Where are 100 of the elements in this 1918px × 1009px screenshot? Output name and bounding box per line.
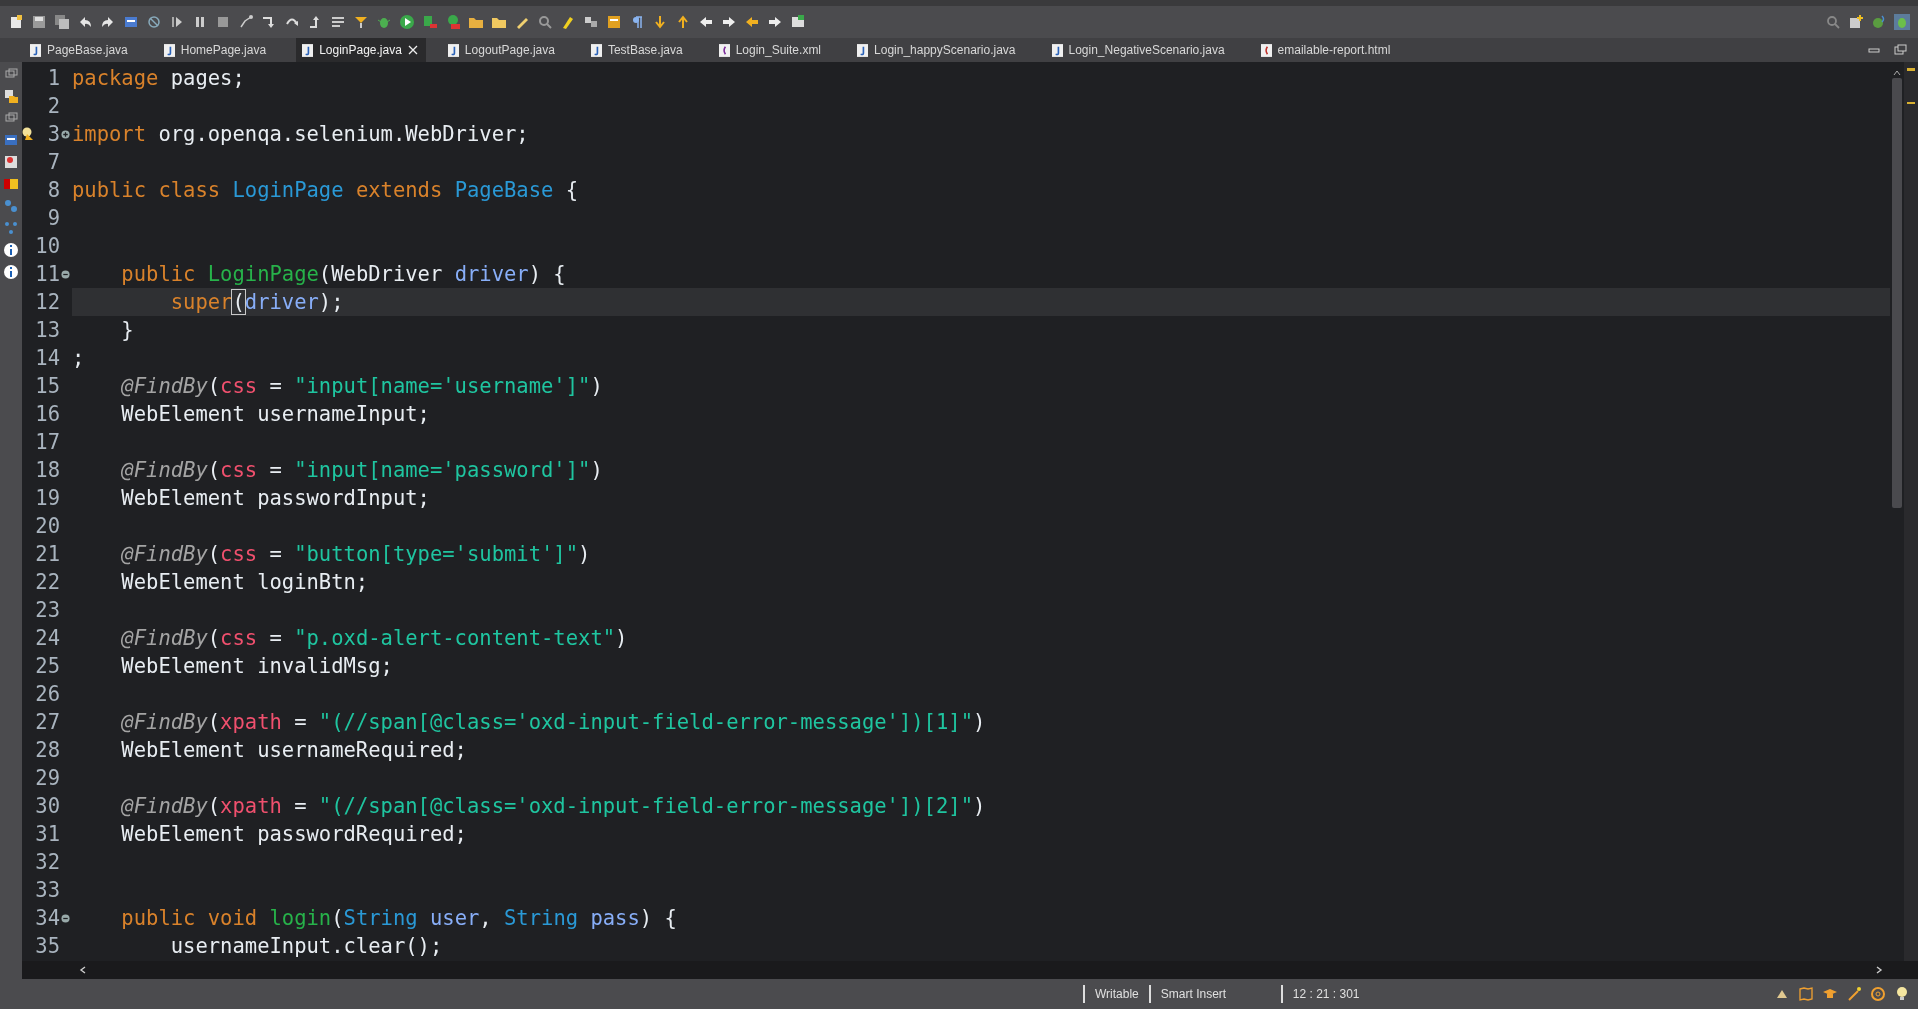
code-line: WebElement loginBtn; [120, 569, 370, 596]
back-icon[interactable] [744, 14, 760, 30]
line-number: 7 [46, 150, 60, 174]
sort-icon[interactable] [353, 14, 369, 30]
code-line: usernameInput.clear(); [169, 933, 444, 960]
editor-tab[interactable]: emailable-report.html [1254, 38, 1421, 62]
java-file-icon [857, 43, 869, 57]
code-line: public class LoginPage extends PageBase { [72, 177, 580, 204]
previous-annotation-icon[interactable] [675, 14, 691, 30]
editor-tab[interactable]: LogoutPage.java [441, 38, 585, 62]
junit-icon[interactable] [3, 154, 19, 170]
line-number: 26 [34, 682, 60, 706]
save-icon[interactable] [31, 14, 47, 30]
external-tool-icon[interactable] [445, 14, 461, 30]
line-number: 34 [34, 906, 60, 930]
editor-tab[interactable]: Login_happyScenario.java [851, 38, 1046, 62]
line-number: 18 [34, 458, 60, 482]
nodes-icon[interactable] [3, 220, 19, 236]
line-number: 13 [34, 318, 60, 342]
collapse-icon[interactable] [61, 269, 70, 279]
line-number: 23 [34, 598, 60, 622]
search-icon[interactable] [537, 14, 553, 30]
wand-icon[interactable] [1846, 986, 1862, 1002]
redo-icon[interactable] [100, 14, 116, 30]
next-annotation-icon[interactable] [652, 14, 668, 30]
line-number: 25 [34, 654, 60, 678]
java-file-icon [590, 43, 602, 57]
scroll-left-icon[interactable] [78, 965, 88, 975]
forward-icon[interactable] [767, 14, 783, 30]
code-line: WebElement passwordInput; [120, 485, 431, 512]
code-line: @FindBy(css = "input[name='username']") [120, 373, 604, 400]
skip-icon[interactable] [146, 14, 162, 30]
scroll-up-icon[interactable] [1892, 68, 1902, 78]
editor-tab[interactable]: Login_NegativeScenario.java [1045, 38, 1255, 62]
back-icon[interactable] [698, 14, 714, 30]
new-file-icon[interactable] [8, 14, 24, 30]
code-line: @FindBy(css = "p.oxd-alert-content-text") [120, 625, 629, 652]
java-perspective-icon[interactable] [1871, 14, 1887, 30]
code-line: package pages; [72, 65, 246, 92]
scroll-right-icon[interactable] [1874, 965, 1884, 975]
line-number: 8 [46, 178, 60, 202]
close-icon[interactable] [407, 45, 418, 55]
lifebuoy-icon[interactable] [1870, 986, 1886, 1002]
line-number: 9 [46, 206, 60, 230]
code-line: import org.openqa.selenium.WebDriver; [72, 121, 530, 148]
line-number: 2 [46, 94, 60, 118]
info-icon[interactable] [3, 242, 19, 258]
step-into-icon[interactable] [261, 14, 277, 30]
line-number: 1 [46, 66, 60, 90]
status-text: Writable [1083, 985, 1149, 1003]
editor-tab[interactable]: TestBase.java [584, 38, 713, 62]
line-number: 27 [34, 710, 60, 734]
editor-tab[interactable]: Login_Suite.xml [712, 38, 852, 62]
line-number: 14 [34, 346, 60, 370]
package-explorer-icon[interactable] [3, 88, 19, 104]
line-number: 12 [34, 290, 60, 314]
expand-icon[interactable] [61, 129, 70, 139]
line-number: 17 [34, 430, 60, 454]
code-line: public void login(String user, String pass) { [120, 905, 678, 932]
info-icon[interactable] [3, 264, 19, 280]
line-number: 24 [34, 626, 60, 650]
search-icon[interactable] [1825, 14, 1841, 30]
editor-tab[interactable]: HomePage.java [157, 38, 297, 62]
list-icon[interactable] [330, 14, 346, 30]
code-line: WebElement passwordRequired; [120, 821, 468, 848]
map-icon[interactable] [1798, 986, 1814, 1002]
lightbulb-icon[interactable] [1894, 986, 1910, 1002]
save-all-icon[interactable] [54, 14, 70, 30]
line-number: 20 [34, 514, 60, 538]
editor-tab[interactable]: PageBase.java [24, 38, 158, 62]
code-line: public LoginPage(WebDriver driver) { [120, 261, 567, 288]
line-number: 29 [34, 766, 60, 790]
code-line: @FindBy(xpath = "(//span[@class='oxd-input-field-error-message'])[2]") [120, 793, 987, 820]
window-icon[interactable] [123, 14, 139, 30]
code-line: WebElement usernameRequired; [120, 737, 468, 764]
xml-file-icon [718, 43, 730, 57]
code-line: @FindBy(xpath = "(//span[@class='oxd-input-field-error-message'])[1]") [120, 709, 987, 736]
warning-lightbulb-icon[interactable] [22, 127, 34, 141]
code-line: @FindBy(css = "input[name='password']") [120, 457, 604, 484]
annotation-icon[interactable] [606, 14, 622, 30]
stop-icon[interactable] [215, 14, 231, 30]
forward-icon[interactable] [721, 14, 737, 30]
highlight-icon[interactable] [560, 14, 576, 30]
terminal-icon[interactable] [790, 14, 806, 30]
line-number: 32 [34, 850, 60, 874]
console-icon[interactable] [3, 132, 19, 148]
disconnect-icon[interactable] [238, 14, 254, 30]
java-file-icon [302, 43, 314, 57]
editor-tab[interactable]: LoginPage.java [296, 38, 426, 62]
line-number: 16 [34, 402, 60, 426]
collapse-icon[interactable] [61, 913, 70, 923]
line-number: 19 [34, 486, 60, 510]
line-number: 28 [34, 738, 60, 762]
coverage-icon[interactable] [422, 14, 438, 30]
maximize-icon[interactable] [1892, 42, 1908, 58]
open-perspective-icon[interactable] [1848, 14, 1864, 30]
testng-icon[interactable] [3, 176, 19, 192]
run-icon[interactable] [399, 14, 415, 30]
scrollbar-thumb[interactable] [1892, 78, 1902, 508]
hierarchy-icon[interactable] [3, 198, 19, 214]
